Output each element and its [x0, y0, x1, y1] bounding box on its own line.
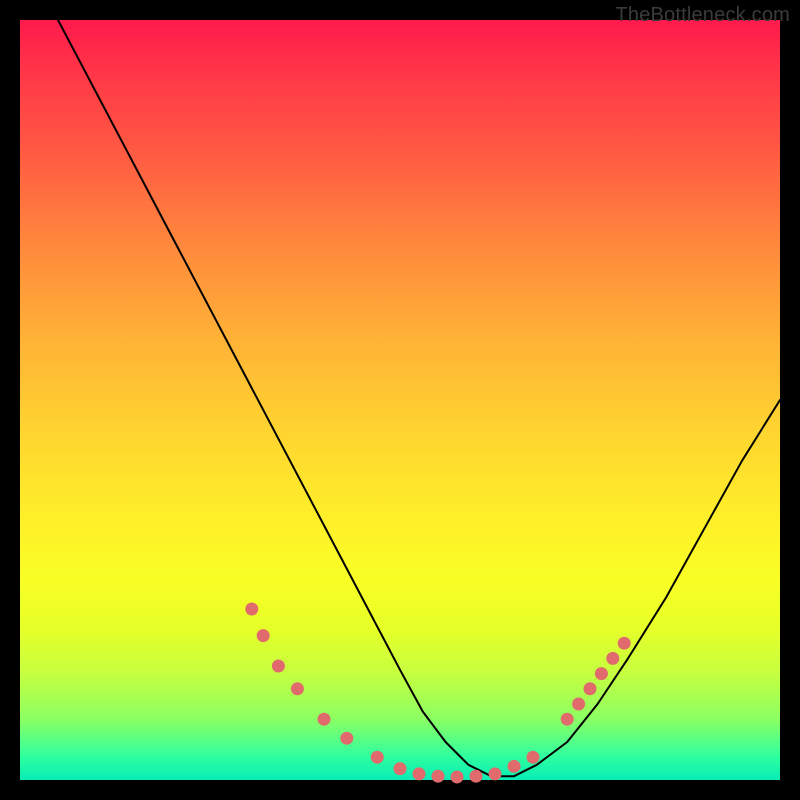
- curve-marker-dot: [245, 603, 258, 616]
- curve-marker-dot: [508, 760, 521, 773]
- curve-marker-dot: [394, 762, 407, 775]
- watermark-text: TheBottleneck.com: [615, 4, 790, 27]
- curve-marker-dot: [470, 770, 483, 783]
- curve-marker-dot: [291, 682, 304, 695]
- curve-marker-dot: [606, 652, 619, 665]
- curve-marker-dot: [451, 770, 464, 783]
- curve-marker-dot: [618, 637, 631, 650]
- curve-marker-dot: [371, 751, 384, 764]
- curve-marker-dot: [595, 667, 608, 680]
- curve-marker-dot: [257, 629, 270, 642]
- curve-marker-dot: [527, 751, 540, 764]
- curve-marker-dot: [561, 713, 574, 726]
- curve-marker-dot: [584, 682, 597, 695]
- chart-frame: TheBottleneck.com: [0, 0, 800, 800]
- curve-marker-dot: [272, 660, 285, 673]
- curve-marker-dot: [489, 767, 502, 780]
- curve-marker-dot: [340, 732, 353, 745]
- curve-marker-dot: [432, 770, 445, 783]
- bottleneck-curve-path: [58, 20, 780, 776]
- curve-marker-dot: [413, 767, 426, 780]
- bottleneck-chart: [0, 0, 800, 800]
- curve-marker-dot: [572, 698, 585, 711]
- curve-marker-dot: [318, 713, 331, 726]
